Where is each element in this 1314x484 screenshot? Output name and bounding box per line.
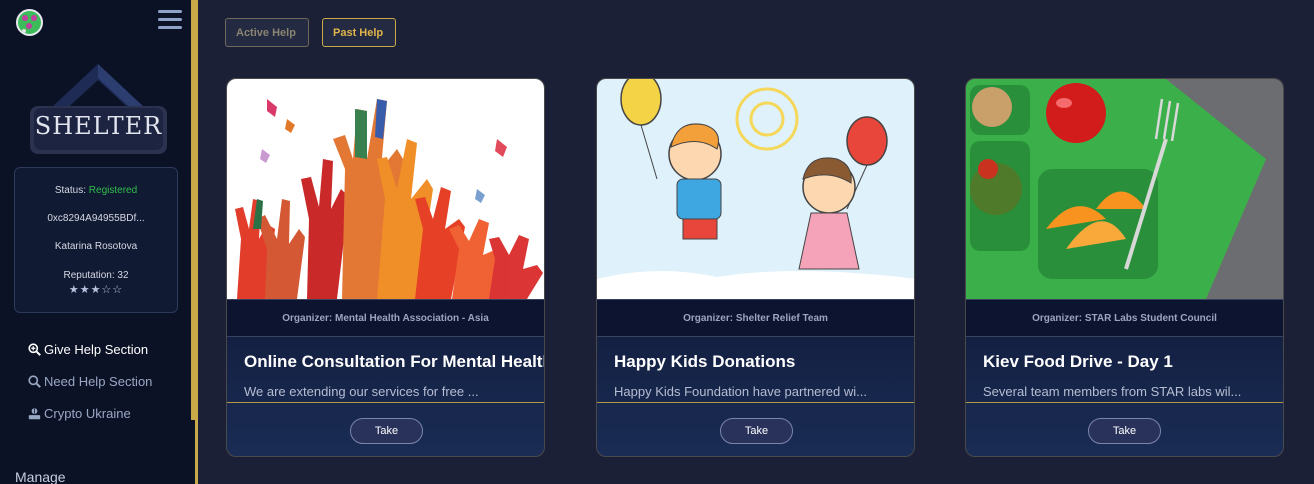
help-card[interactable]: Organizer: STAR Labs Student Council Kie… [965, 78, 1284, 457]
user-name: Katarina Rosotova [54, 241, 138, 252]
sidebar-item-crypto-ukraine[interactable]: Crypto Ukraine [28, 406, 131, 421]
card-divider [966, 402, 1283, 403]
give-help-icon [28, 343, 41, 356]
help-card[interactable]: Organizer: Shelter Relief Team Happy Kid… [596, 78, 915, 457]
menu-icon[interactable] [158, 10, 182, 32]
sidebar-item-label: Need Help Section [44, 374, 153, 389]
help-card[interactable]: Organizer: Mental Health Association - A… [226, 78, 545, 457]
status-label: Status: [54, 185, 86, 196]
card-title: Happy Kids Donations [614, 352, 796, 371]
take-button[interactable]: Take [720, 418, 793, 444]
reputation-label: Reputation: 32 [63, 270, 129, 281]
tab-past-help[interactable]: Past Help [322, 18, 396, 47]
profile-card: Status: Registered 0xc8294A94955BDf... K… [14, 167, 178, 313]
card-image-hands [227, 79, 544, 299]
wallet-address: 0xc8294A94955BDf... [47, 213, 145, 224]
card-image-food-tray [966, 79, 1283, 299]
card-organizer: Organizer: Shelter Relief Team [597, 299, 914, 337]
card-title: Online Consultation For Mental Health [244, 352, 545, 371]
sidebar-item-label: Crypto Ukraine [44, 406, 131, 421]
take-button[interactable]: Take [1088, 418, 1161, 444]
card-divider [597, 402, 914, 403]
reputation-stars: ★★★☆☆ [68, 284, 124, 296]
avatar[interactable] [16, 9, 43, 36]
logo-text: SHELTER [34, 112, 163, 140]
hand-coin-icon [28, 408, 41, 420]
manage-section-heading: Manage [15, 469, 66, 484]
card-description: We are extending our services for free .… [244, 384, 479, 399]
card-image-kids [597, 79, 914, 299]
card-organizer: Organizer: Mental Health Association - A… [227, 299, 544, 337]
card-divider [227, 402, 544, 403]
sidebar-item-need-help[interactable]: Need Help Section [28, 374, 152, 389]
card-title: Kiev Food Drive - Day 1 [983, 352, 1173, 371]
status-badge: Registered [88, 185, 138, 196]
card-organizer: Organizer: STAR Labs Student Council [966, 299, 1283, 337]
status-line: Status: Registered [15, 185, 177, 196]
search-icon [28, 375, 41, 388]
sidebar-item-label: Give Help Section [44, 342, 149, 357]
tab-active-help[interactable]: Active Help [225, 18, 309, 47]
shelter-logo: SHELTER [30, 62, 167, 157]
sidebar-scrollbar[interactable] [191, 0, 195, 420]
take-button[interactable]: Take [350, 418, 423, 444]
sidebar: SHELTER Status: Registered 0xc8294A94955… [0, 0, 198, 484]
card-description: Several team members from STAR labs wil.… [983, 384, 1242, 399]
sidebar-item-give-help[interactable]: Give Help Section [28, 342, 148, 357]
card-description: Happy Kids Foundation have partnered wi.… [614, 384, 867, 399]
